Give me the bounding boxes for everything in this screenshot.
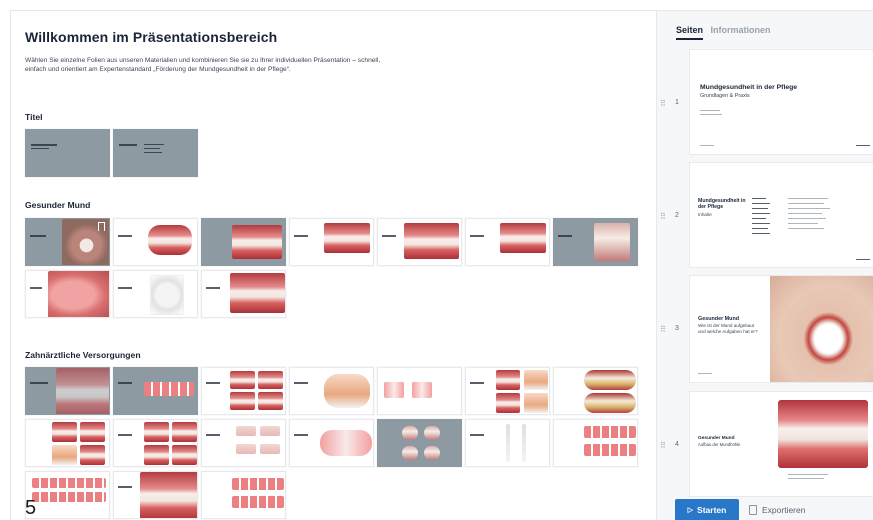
slide-thumbnail[interactable] — [465, 419, 550, 467]
section-heading-zahnaerztliche-versorgungen: Zahnärztliche Versorgungen — [25, 350, 141, 360]
slide-library: Willkommen im Präsentationsbereich Wähle… — [11, 11, 656, 520]
slide-thumbnail[interactable] — [289, 367, 374, 415]
slide-number: 3 — [675, 325, 679, 332]
slide-title: Mundgesundheit in der Pflege — [698, 198, 746, 210]
sidebar-tabs: Seiten Informationen — [676, 25, 776, 40]
slide-preview: Mundgesundheit in der Pflege Inhalte — [689, 162, 873, 268]
section-heading-titel: Titel — [25, 112, 43, 122]
slide-thumbnail[interactable] — [377, 218, 462, 266]
export-icon — [749, 505, 757, 515]
intro-text: Wählen Sie einzelne Folien aus unseren M… — [25, 57, 381, 73]
section-heading-gesunder-mund: Gesunder Mund — [25, 200, 91, 210]
slide-thumbnail[interactable] — [25, 218, 110, 266]
slide-thumbnail[interactable] — [201, 419, 286, 467]
slide-number: 4 — [675, 441, 679, 448]
slide-thumbnail[interactable] — [289, 419, 374, 467]
slide-thumbnail[interactable] — [201, 367, 286, 415]
slide-preview: Mundgesundheit in der Pflege Grundlagen … — [689, 49, 873, 155]
start-label: Starten — [697, 505, 727, 515]
slide-thumbnail[interactable] — [553, 218, 638, 266]
export-label: Exportieren — [762, 505, 806, 515]
slide-thumbnail[interactable] — [113, 419, 198, 467]
slide-thumbnail[interactable] — [553, 419, 638, 467]
slide-thumbnail[interactable] — [25, 419, 110, 467]
slide-thumbnail[interactable] — [113, 129, 198, 177]
slide-thumbnail[interactable] — [25, 129, 110, 177]
tab-informationen[interactable]: Informationen — [711, 25, 771, 38]
slide-thumbnail[interactable] — [201, 471, 286, 519]
drag-handle-icon[interactable]: ⠿ — [660, 325, 666, 334]
page-title: Willkommen im Präsentationsbereich — [25, 29, 278, 45]
drag-handle-icon[interactable]: ⠿ — [660, 441, 666, 450]
slide-subtitle: Grundlagen & Praxis — [700, 93, 750, 99]
slide-thumbnail[interactable] — [25, 367, 110, 415]
slide-subtitle: Wie ist der Mund aufgebaut und welche Au… — [698, 323, 758, 334]
slide-thumbnail[interactable] — [465, 367, 550, 415]
slide-sidebar: Seiten Informationen ⠿ 1 Mundgesundheit … — [656, 11, 873, 520]
slide-thumbnail[interactable] — [25, 270, 110, 318]
slide-number: 2 — [675, 212, 679, 219]
export-button[interactable]: Exportieren — [749, 499, 805, 520]
slide-subtitle: Aufbau der Mundhöhle — [698, 442, 741, 447]
slide-thumbnail[interactable] — [377, 419, 462, 467]
bookmark-icon[interactable] — [98, 222, 105, 231]
slide-title: Gesunder Mund — [698, 316, 740, 322]
presentation-app: Willkommen im Präsentationsbereich Wähle… — [10, 10, 873, 520]
slide-thumbnail[interactable] — [113, 218, 198, 266]
slide-title: Gesunder Mund — [698, 436, 735, 441]
slide-preview: Gesunder Mund Wie ist der Mund aufgebaut… — [689, 275, 873, 383]
slide-thumbnail[interactable] — [201, 218, 286, 266]
play-icon: ▷ — [687, 507, 694, 514]
slide-thumbnail[interactable] — [113, 270, 198, 318]
drag-handle-icon[interactable]: ⠿ — [660, 212, 666, 221]
slide-thumbnail[interactable] — [465, 218, 550, 266]
slide-number: 1 — [675, 99, 679, 106]
slide-thumbnail[interactable] — [201, 270, 286, 318]
tab-seiten[interactable]: Seiten — [676, 25, 704, 40]
figure-number: 5 — [25, 497, 37, 519]
slide-title: Mundgesundheit in der Pflege — [700, 84, 798, 91]
drag-handle-icon[interactable]: ⠿ — [660, 99, 666, 108]
slide-thumbnail[interactable] — [553, 367, 638, 415]
slide-preview: Gesunder Mund Aufbau der Mundhöhle — [689, 391, 873, 497]
slide-thumbnail[interactable] — [289, 218, 374, 266]
slide-thumbnail[interactable] — [377, 367, 462, 415]
slide-thumbnail[interactable] — [25, 471, 110, 519]
start-button[interactable]: ▷ Starten — [675, 499, 739, 520]
slide-thumbnail[interactable] — [113, 367, 198, 415]
slide-subtitle: Inhalte — [698, 212, 712, 217]
slide-thumbnail[interactable] — [113, 471, 198, 519]
